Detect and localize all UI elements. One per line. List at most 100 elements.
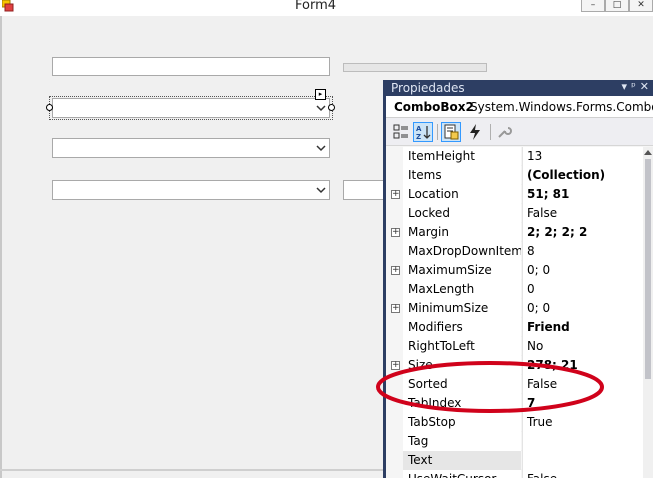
combobox-2[interactable] (52, 98, 330, 118)
property-value[interactable]: Friend (522, 318, 643, 337)
toolbar-separator (490, 124, 491, 140)
textbox-2[interactable] (343, 180, 388, 200)
property-value[interactable]: 8 (522, 242, 643, 261)
property-value[interactable]: 2; 2; 2; 2 (522, 223, 643, 242)
properties-panel: Propiedades ▾ ᵖ ✕ ComboBox2 System.Windo… (383, 80, 653, 478)
property-value[interactable]: 0; 0 (522, 299, 643, 318)
toolbar-separator (437, 124, 438, 140)
combobox-4[interactable] (52, 180, 330, 200)
property-row-tabstop[interactable]: TabStop True (386, 413, 643, 432)
maximize-button[interactable]: □ (605, 0, 629, 12)
property-value[interactable]: 7 (522, 394, 643, 413)
property-row-minimumsize[interactable]: + MinimumSize 0; 0 (386, 299, 643, 318)
dropdown-icon[interactable]: ▾ (622, 80, 628, 93)
sort-az-icon: A Z (416, 125, 431, 141)
property-name: MinimumSize (403, 299, 521, 318)
window-controls: – □ ✕ (581, 0, 653, 12)
property-row-modifiers[interactable]: Modifiers Friend (386, 318, 643, 337)
combobox-3[interactable] (52, 138, 330, 158)
property-row-location[interactable]: + Location 51; 81 (386, 185, 643, 204)
property-row-tag[interactable]: Tag (386, 432, 643, 451)
property-gutter (386, 337, 403, 356)
scroll-up-icon[interactable] (644, 149, 652, 155)
svg-text:A: A (416, 125, 422, 133)
property-value[interactable]: No (522, 337, 643, 356)
properties-button[interactable] (441, 122, 461, 142)
property-gutter (386, 147, 403, 166)
property-value[interactable]: 0; 0 (522, 261, 643, 280)
form-border (0, 16, 2, 478)
property-row-maxlength[interactable]: MaxLength 0 (386, 280, 643, 299)
property-pages-button[interactable] (494, 122, 514, 142)
property-row-text[interactable]: Text (386, 451, 643, 470)
property-gutter (386, 242, 403, 261)
property-gutter (386, 204, 403, 223)
property-row-maximumsize[interactable]: + MaximumSize 0; 0 (386, 261, 643, 280)
property-row-tabindex[interactable]: TabIndex 7 (386, 394, 643, 413)
property-value[interactable]: 0 (522, 280, 643, 299)
textbox-1[interactable] (52, 57, 330, 76)
object-name: ComboBox2 (394, 100, 474, 114)
categorized-button[interactable] (391, 122, 411, 142)
property-value[interactable]: 13 (522, 147, 643, 166)
properties-scrollbar[interactable] (643, 147, 653, 478)
chevron-down-icon (316, 105, 326, 112)
chevron-down-icon (316, 145, 326, 152)
property-value[interactable]: False (522, 470, 643, 478)
minimize-button[interactable]: – (581, 0, 605, 12)
property-row-items[interactable]: Items (Collection) (386, 166, 643, 185)
property-row-usewaitcursor[interactable]: UseWaitCursorFalse (386, 470, 643, 478)
property-row-locked[interactable]: Locked False (386, 204, 643, 223)
property-name: Size (403, 356, 521, 375)
property-value[interactable]: (Collection) (522, 166, 643, 185)
property-gutter (386, 375, 403, 394)
scroll-thumb[interactable] (645, 159, 651, 379)
property-row-margin[interactable]: + Margin 2; 2; 2; 2 (386, 223, 643, 242)
property-value[interactable]: 278; 21 (522, 356, 643, 375)
property-name: Text (403, 451, 521, 470)
properties-title: Propiedades (391, 81, 465, 95)
property-gutter: + (386, 185, 403, 204)
properties-header: Propiedades ▾ ᵖ ✕ (386, 80, 653, 96)
property-gutter (386, 432, 403, 451)
property-value[interactable]: False (522, 204, 643, 223)
property-name: MaxDropDownItems (403, 242, 521, 261)
property-grid: ItemHeight 13 Items (Collection) + Location 51… (386, 147, 643, 478)
expand-icon[interactable]: + (391, 304, 400, 313)
property-name: Modifiers (403, 318, 521, 337)
svg-text:Z: Z (416, 133, 421, 141)
property-row-maxdropdownitems[interactable]: MaxDropDownItems 8 (386, 242, 643, 261)
expand-icon[interactable]: + (391, 266, 400, 275)
property-row-righttoleft[interactable]: RightToLeft No (386, 337, 643, 356)
property-name: Locked (403, 204, 521, 223)
property-value[interactable]: 51; 81 (522, 185, 643, 204)
expand-icon[interactable]: + (391, 228, 400, 237)
events-button[interactable] (465, 122, 485, 142)
property-row-sorted[interactable]: Sorted False (386, 375, 643, 394)
wrench-icon (498, 127, 512, 138)
close-button[interactable]: ✕ (629, 0, 653, 12)
property-name: ItemHeight (403, 147, 521, 166)
expand-icon[interactable]: + (391, 190, 400, 199)
smart-tag-button[interactable]: ▸ (315, 89, 326, 100)
progress-bar (343, 63, 487, 72)
property-gutter: + (386, 356, 403, 375)
property-value[interactable]: False (522, 375, 643, 394)
form-icon (2, 0, 14, 12)
property-value[interactable]: True (522, 413, 643, 432)
property-value[interactable] (522, 432, 643, 451)
property-value[interactable] (522, 451, 643, 470)
expand-icon[interactable]: + (391, 361, 400, 370)
property-row-size[interactable]: + Size 278; 21 (386, 356, 643, 375)
alphabetical-button[interactable]: A Z (413, 122, 433, 142)
pin-icon[interactable]: ᵖ (631, 80, 636, 93)
property-row-itemheight[interactable]: ItemHeight 13 (386, 147, 643, 166)
property-gutter: + (386, 299, 403, 318)
object-selector[interactable]: ComboBox2 System.Windows.Forms.ComboBox (386, 96, 653, 118)
resize-handle-right[interactable] (328, 104, 335, 111)
resize-handle-left[interactable] (46, 104, 53, 111)
property-name: Tag (403, 432, 521, 451)
close-icon[interactable]: ✕ (640, 80, 649, 93)
property-name: RightToLeft (403, 337, 521, 356)
property-name: TabStop (403, 413, 521, 432)
